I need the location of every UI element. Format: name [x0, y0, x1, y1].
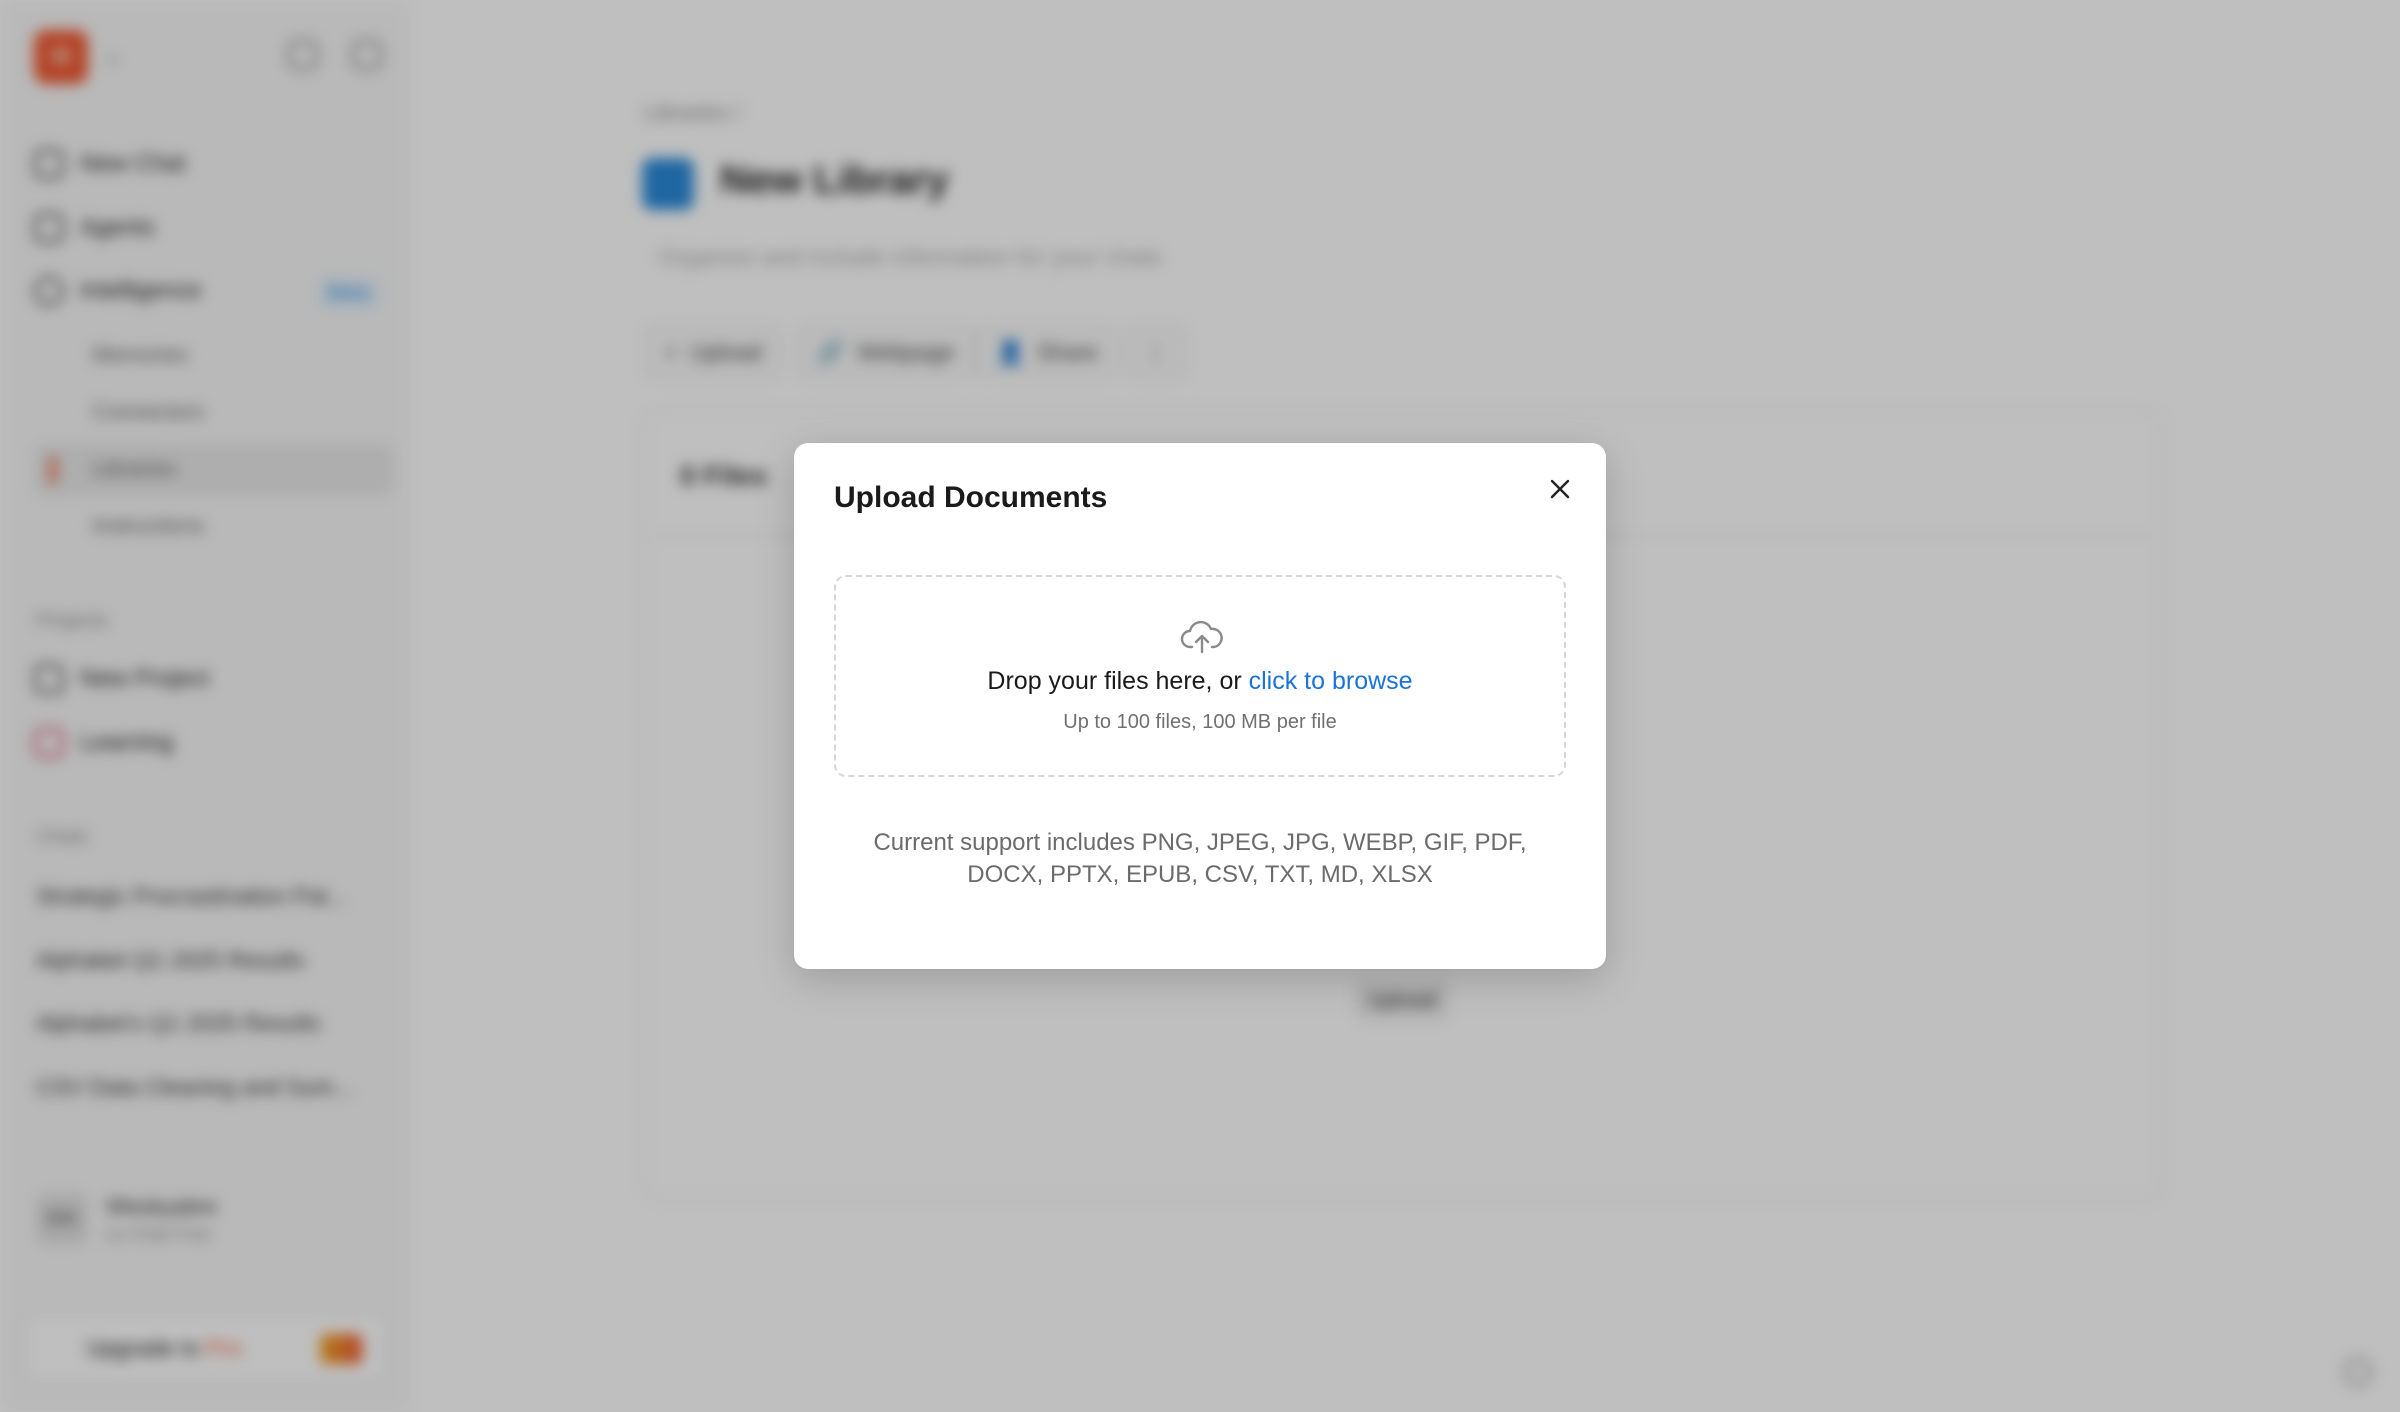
dialog-title: Upload Documents — [834, 481, 1108, 514]
cloud-upload-icon — [1180, 620, 1223, 654]
upload-documents-dialog: Upload Documents Drop your files here, o… — [794, 443, 1606, 969]
close-icon — [1550, 479, 1570, 499]
drop-text: Drop your files here, or — [987, 667, 1249, 695]
close-button[interactable] — [1538, 467, 1582, 511]
supported-formats-text: Current support includes PNG, JPEG, JPG,… — [873, 829, 1527, 888]
file-dropzone[interactable]: Drop your files here, or click to browse… — [834, 575, 1566, 777]
browse-link[interactable]: click to browse — [1249, 667, 1413, 695]
upload-limit-text: Up to 100 files, 100 MB per file — [1063, 711, 1337, 733]
dropzone-instruction: Drop your files here, or click to browse — [836, 667, 1564, 696]
